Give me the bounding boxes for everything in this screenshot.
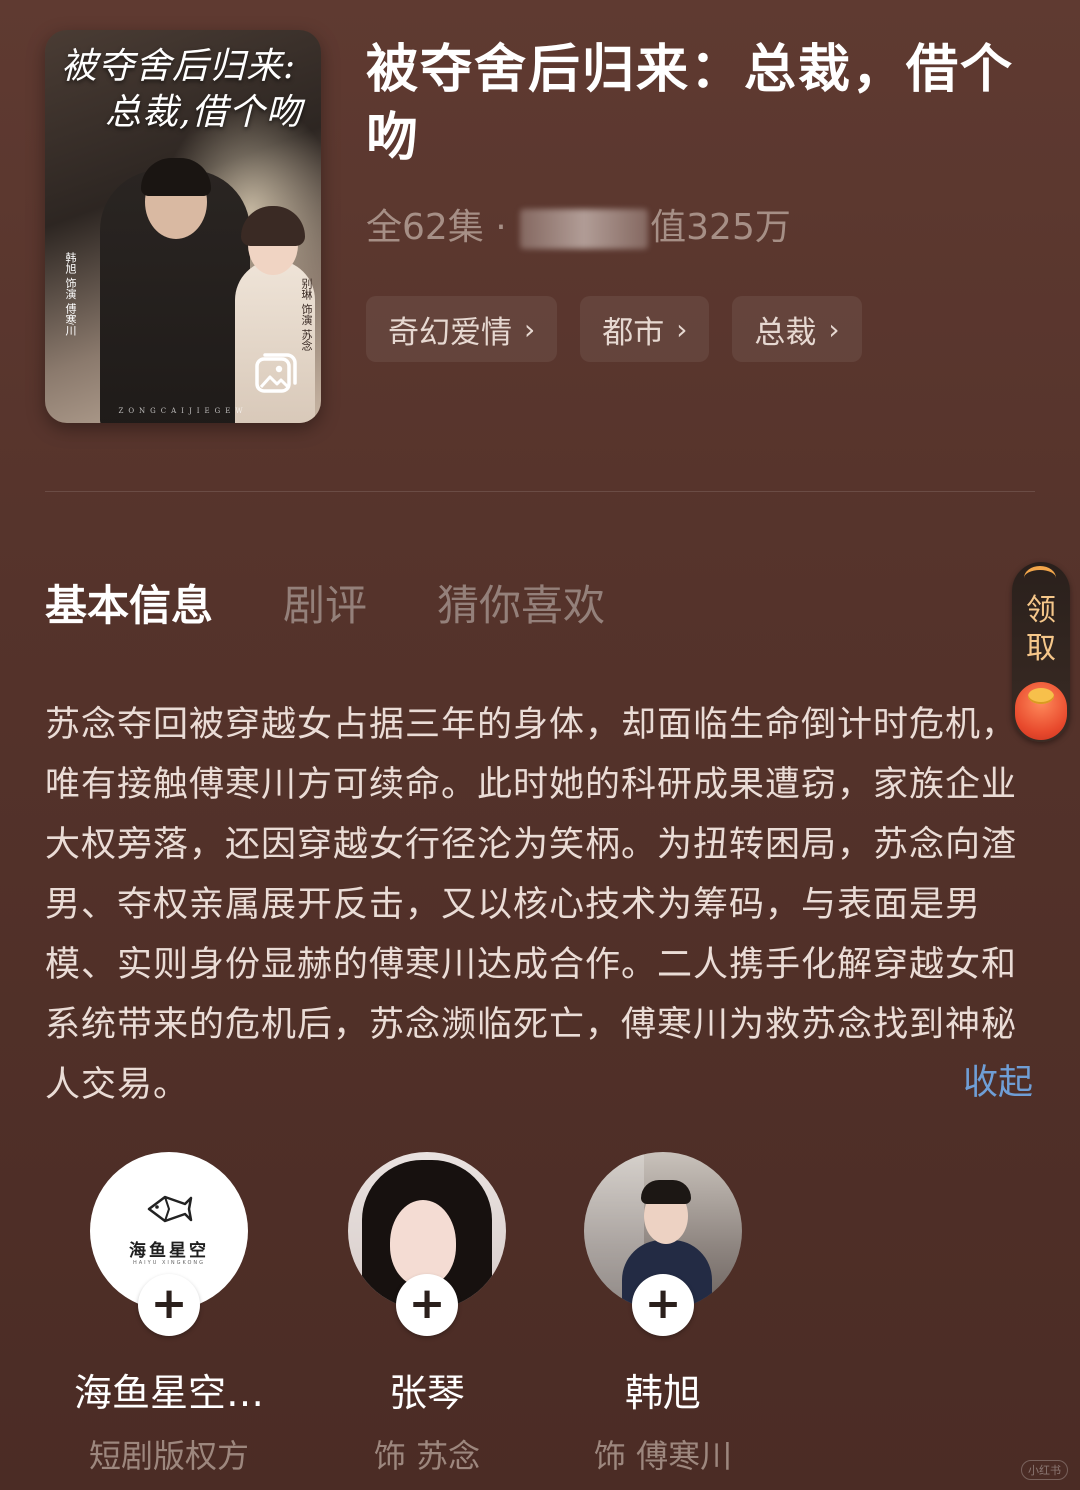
gallery-icon[interactable] — [253, 351, 299, 397]
tab-recommendations[interactable]: 猜你喜欢 — [437, 572, 605, 633]
watermark: 小红书 — [1021, 1460, 1068, 1480]
section-divider — [45, 491, 1035, 492]
detail-tabs: 基本信息 剧评 猜你喜欢 — [45, 572, 605, 633]
logo-subtext: HAIYU XINGKONG — [132, 1260, 206, 1266]
cast-name: 海鱼星空… — [73, 1371, 264, 1415]
cast-list: 海鱼星空 HAIYU XINGKONG + 海鱼星空… 短剧版权方 + 张琴 饰… — [0, 1152, 1080, 1482]
avatar-wrap: + — [584, 1152, 742, 1336]
tag-label: 奇幻爱情 — [388, 314, 512, 351]
tag-label: 都市 — [602, 314, 665, 351]
synopsis-text: 苏念夺回被穿越女占据三年的身体，却面临生命倒计时危机，唯有接触傅寒川方可续命。此… — [45, 705, 1018, 1105]
follow-plus-button[interactable]: + — [396, 1274, 458, 1336]
heat-value: 值325万 — [650, 207, 791, 248]
avatar-wrap: 海鱼星空 HAIYU XINGKONG + — [90, 1152, 248, 1336]
drama-title: 被夺舍后归来：总裁，借个吻 — [366, 40, 1015, 168]
blurred-text — [520, 209, 649, 249]
logo-text: 海鱼星空 — [129, 1241, 209, 1261]
chevron-right-icon: › — [676, 312, 688, 346]
reward-label: 领取 — [1026, 593, 1056, 666]
cover-cast-left: 韩旭 饰演 傅寒川 — [64, 252, 77, 336]
cover-title-line1: 被夺舍后归来: — [61, 46, 297, 87]
tag-fantasy-romance[interactable]: 奇幻爱情 › — [366, 296, 558, 362]
collapse-link[interactable]: 收起 — [963, 1053, 1033, 1113]
cast-name: 张琴 — [388, 1371, 465, 1415]
tab-basic-info[interactable]: 基本信息 — [45, 572, 213, 633]
genre-tags: 奇幻爱情 › 都市 › 总裁 › — [366, 296, 862, 362]
follow-plus-button[interactable]: + — [632, 1274, 694, 1336]
cover-cast-right: 别琳 饰演 苏念 — [300, 278, 313, 351]
cover-title-line2: 总裁,借个吻 — [105, 92, 303, 133]
cast-item-zhangqin[interactable]: + 张琴 饰 苏念 — [297, 1152, 557, 1477]
drama-cover-image[interactable]: 被夺舍后归来: 总裁,借个吻 韩旭 饰演 傅寒川 别琳 饰演 苏念 ZONGCA… — [45, 30, 321, 423]
follow-plus-button[interactable]: + — [138, 1274, 200, 1336]
tab-reviews[interactable]: 剧评 — [283, 572, 367, 633]
cast-name: 韩旭 — [624, 1371, 701, 1415]
tag-urban[interactable]: 都市 › — [580, 296, 710, 362]
drama-meta: 全62集 · 值325万 — [366, 198, 791, 250]
reward-arc-decoration — [1024, 566, 1056, 590]
chevron-right-icon: › — [524, 312, 536, 346]
cast-role: 短剧版权方 — [88, 1437, 249, 1475]
cast-role: 饰 傅寒川 — [593, 1437, 733, 1475]
coin-icon — [1028, 688, 1054, 704]
avatar-hair — [641, 1180, 691, 1204]
fish-logo-icon — [147, 1195, 193, 1223]
cover-title-art: 被夺舍后归来: 总裁,借个吻 — [61, 44, 311, 136]
tag-ceo[interactable]: 总裁 › — [732, 296, 862, 362]
tag-label: 总裁 — [754, 314, 817, 351]
cast-item-distributor[interactable]: 海鱼星空 HAIYU XINGKONG + 海鱼星空… 短剧版权方 — [39, 1152, 299, 1477]
cast-role: 饰 苏念 — [373, 1437, 481, 1475]
cast-item-hanxu[interactable]: + 韩旭 饰 傅寒川 — [533, 1152, 793, 1477]
cover-footer-text: ZONGCAIJIEGEW — [118, 407, 248, 415]
avatar-face — [390, 1200, 456, 1286]
episode-count: 全62集 · — [366, 207, 519, 248]
chevron-right-icon: › — [828, 312, 840, 346]
avatar-wrap: + — [348, 1152, 506, 1336]
